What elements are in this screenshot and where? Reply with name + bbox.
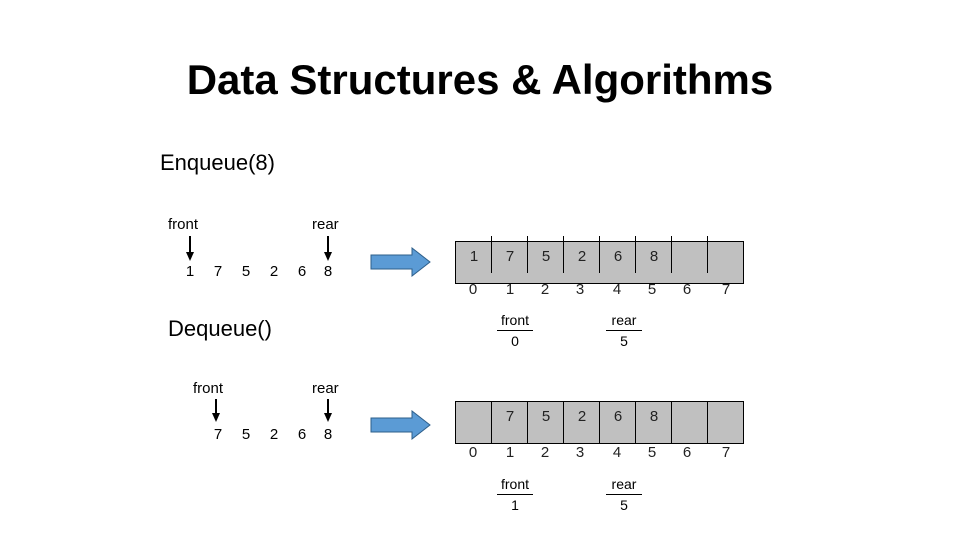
- array-cell: 7: [505, 408, 515, 425]
- front-index-label: front: [500, 312, 529, 328]
- cell-divider: [635, 401, 636, 444]
- rear-index-indicator: rear 5: [606, 312, 642, 349]
- logical-rear-label: rear: [312, 216, 339, 233]
- circular-array: 1 7 5 2 6 8: [455, 236, 744, 284]
- array-index: 5: [647, 444, 657, 461]
- cell-divider: [671, 236, 672, 273]
- logical-front-label: front: [168, 216, 199, 233]
- front-index-label: front: [500, 476, 529, 492]
- cell-divider: [563, 236, 564, 273]
- cell-divider: [707, 236, 708, 273]
- rear-index-indicator: rear 5: [606, 476, 642, 513]
- rear-pointer-arrowhead: [324, 413, 332, 422]
- rear-index-label: rear: [611, 312, 637, 328]
- array-index: 4: [612, 281, 622, 298]
- queue-value: 6: [297, 263, 307, 280]
- transform-arrow-icon: [370, 247, 431, 277]
- divider-line: [497, 494, 533, 495]
- queue-value: 7: [213, 263, 223, 280]
- circular-array: 7 5 2 6 8: [455, 401, 744, 444]
- array-index: 7: [721, 281, 731, 298]
- array-cell: [456, 402, 492, 443]
- enqueue-operation-label: Enqueue(8): [160, 150, 275, 175]
- slide-title: Data Structures & Algorithms: [186, 56, 774, 103]
- array-cell: [672, 242, 708, 283]
- cell-divider: [491, 401, 492, 444]
- array-index: 5: [647, 281, 657, 298]
- array-index: 1: [505, 444, 515, 461]
- queue-value: 8: [323, 426, 333, 443]
- array-index: 6: [682, 444, 692, 461]
- queue-value: 8: [323, 263, 333, 280]
- cell-divider: [527, 401, 528, 444]
- array-cell: [672, 402, 708, 443]
- array-index: 6: [682, 281, 692, 298]
- array-cell: 2: [577, 248, 587, 265]
- front-index-value: 1: [511, 497, 519, 513]
- array-index: 3: [575, 444, 585, 461]
- queue-value: 2: [269, 426, 279, 443]
- array-index: 2: [540, 281, 550, 298]
- front-index-value: 0: [511, 333, 519, 349]
- transform-arrow-icon: [370, 410, 431, 440]
- array-index: 7: [721, 444, 731, 461]
- divider-line: [497, 330, 533, 331]
- rear-index-value: 5: [620, 333, 628, 349]
- cell-divider: [563, 401, 564, 444]
- divider-line: [606, 330, 642, 331]
- front-pointer-arrowhead: [212, 413, 220, 422]
- rear-pointer-arrowhead: [324, 252, 332, 261]
- array-cell: 7: [505, 248, 515, 265]
- queue-value: 5: [241, 263, 251, 280]
- array-cell: 5: [541, 408, 551, 425]
- array-cell: [708, 402, 744, 443]
- cell-divider: [491, 236, 492, 273]
- queue-value: 7: [213, 426, 223, 443]
- array-index: 0: [468, 281, 478, 298]
- cell-divider: [599, 401, 600, 444]
- array-cell: 8: [649, 248, 659, 265]
- array-cell: 5: [541, 248, 551, 265]
- rear-index-value: 5: [620, 497, 628, 513]
- dequeue-operation-label: Dequeue(): [168, 316, 272, 341]
- cell-divider: [707, 401, 708, 444]
- array-cell: 6: [613, 408, 623, 425]
- array-index: 3: [575, 281, 585, 298]
- array-index: 1: [505, 281, 515, 298]
- array-cell: 6: [613, 248, 623, 265]
- front-index-indicator: front 0: [497, 312, 533, 349]
- cell-divider: [635, 236, 636, 273]
- queue-value: 5: [241, 426, 251, 443]
- array-index: 0: [468, 444, 478, 461]
- queue-value: 6: [297, 426, 307, 443]
- array-index: 2: [540, 444, 550, 461]
- logical-rear-label: rear: [312, 380, 339, 397]
- cell-divider: [527, 236, 528, 273]
- array-cell: 8: [649, 408, 659, 425]
- array-cell: 1: [469, 248, 479, 265]
- divider-line: [606, 494, 642, 495]
- queue-value: 1: [185, 263, 195, 280]
- cell-divider: [599, 236, 600, 273]
- rear-index-label: rear: [611, 476, 637, 492]
- front-pointer-arrowhead: [186, 252, 194, 261]
- front-index-indicator: front 1: [497, 476, 533, 513]
- array-cell: [708, 242, 744, 283]
- cell-divider: [671, 401, 672, 444]
- logical-front-label: front: [193, 380, 224, 397]
- array-cell: 2: [577, 408, 587, 425]
- array-index: 4: [612, 444, 622, 461]
- queue-value: 2: [269, 263, 279, 280]
